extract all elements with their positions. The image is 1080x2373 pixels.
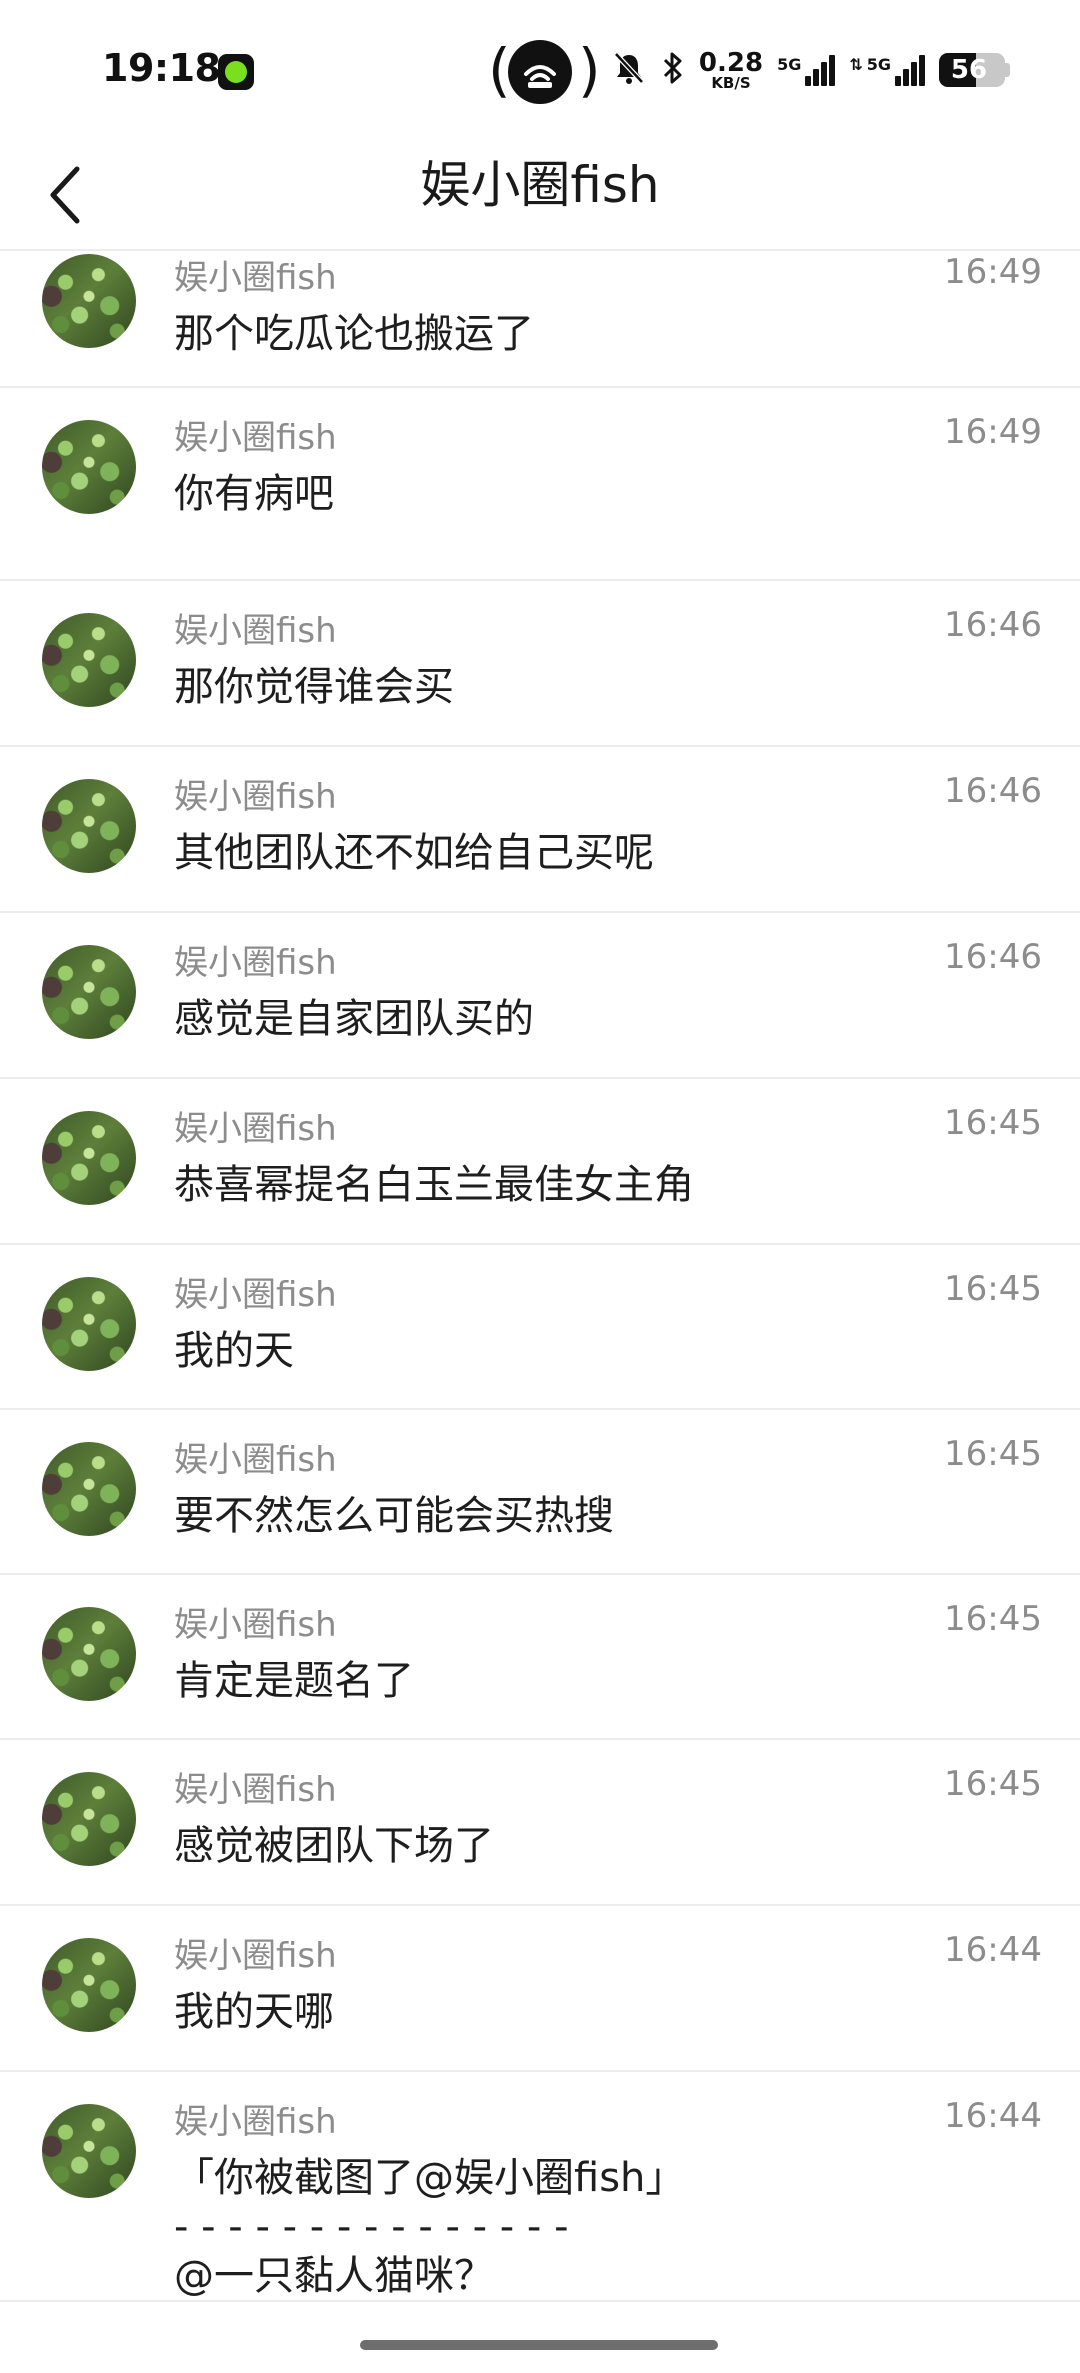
message-item[interactable]: 娱小圈fish 16:44 我的天哪 [0, 1906, 1080, 2072]
avatar[interactable] [42, 420, 136, 514]
message-item[interactable]: 娱小圈fish 16:46 那你觉得谁会买 [0, 581, 1080, 747]
message-item[interactable]: 娱小圈fish 16:45 感觉被团队下场了 [0, 1740, 1080, 1906]
message-text-line: 你有病吧 [174, 471, 334, 517]
sender-name: 娱小圈fish [174, 1770, 337, 1810]
message-text: 其他团队还不如给自己买呢 [174, 829, 1020, 877]
avatar[interactable] [42, 1772, 136, 1866]
message-text-line: @一只黏人猫咪？ [174, 2253, 494, 2299]
message-item[interactable]: 娱小圈fish 16:45 要不然怎么可能会买热搜 [0, 1410, 1080, 1575]
message-item[interactable]: 娱小圈fish 16:46 其他团队还不如给自己买呢 [0, 747, 1080, 913]
message-text: 你有病吧 [174, 470, 1020, 518]
sender-name: 娱小圈fish [174, 611, 337, 651]
message-time: 16:45 [944, 1269, 1042, 1309]
message-text-line: 要不然怎么可能会买热搜 [174, 1493, 614, 1539]
message-time: 16:45 [944, 1103, 1042, 1143]
message-text: 恭喜幂提名白玉兰最佳女主角 [174, 1161, 1020, 1209]
signal-sim1-icon: 5G [777, 54, 836, 86]
sender-name: 娱小圈fish [174, 1440, 337, 1480]
message-time: 16:49 [944, 252, 1042, 292]
message-time: 16:46 [944, 937, 1042, 977]
message-text-line: 恭喜幂提名白玉兰最佳女主角 [174, 1162, 694, 1208]
message-item[interactable]: 娱小圈fish 16:46 感觉是自家团队买的 [0, 913, 1080, 1079]
message-text: 要不然怎么可能会买热搜 [174, 1492, 1020, 1540]
sender-name: 娱小圈fish [174, 418, 337, 458]
bluetooth-icon [661, 49, 685, 91]
sender-name: 娱小圈fish [174, 1605, 337, 1645]
avatar[interactable] [42, 1938, 136, 2032]
sender-name: 娱小圈fish [174, 943, 337, 983]
message-text-line: 感觉是自家团队买的 [174, 996, 534, 1042]
message-text: 感觉被团队下场了 [174, 1822, 1020, 1870]
battery-level: 56 [950, 55, 988, 85]
message-time: 16:44 [944, 2096, 1042, 2136]
sender-name: 娱小圈fish [174, 1109, 337, 1149]
message-text-line: 那个吃瓜论也搬运了 [174, 311, 534, 357]
message-text-line: 我的天 [174, 1328, 294, 1374]
avatar[interactable] [42, 1607, 136, 1701]
mute-bell-icon [611, 50, 647, 90]
message-time: 16:46 [944, 771, 1042, 811]
message-text-line: - - - - - - - - - - - - - - - [174, 2204, 569, 2250]
message-text-line: 肯定是题名了 [174, 1658, 414, 1704]
message-item[interactable]: 娱小圈fish 16:45 恭喜幂提名白玉兰最佳女主角 [0, 1079, 1080, 1245]
message-time: 16:45 [944, 1434, 1042, 1474]
message-text: 那你觉得谁会买 [174, 663, 1020, 711]
message-text: 我的天 [174, 1327, 1020, 1375]
message-text-line: 感觉被团队下场了 [174, 1823, 494, 1869]
message-text-line: 其他团队还不如给自己买呢 [174, 830, 654, 876]
message-text: 那个吃瓜论也搬运了 [174, 310, 1020, 358]
signal-sim2-icon: ⇅ 5G [849, 54, 925, 86]
message-text: 肯定是题名了 [174, 1657, 1020, 1705]
avatar[interactable] [42, 779, 136, 873]
home-indicator[interactable] [360, 2340, 718, 2350]
sender-name: 娱小圈fish [174, 1936, 337, 1976]
sender-name: 娱小圈fish [174, 258, 337, 298]
message-text-line: 「你被截图了@娱小圈fish」 [174, 2155, 686, 2201]
message-text-line: 那你觉得谁会买 [174, 664, 454, 710]
avatar[interactable] [42, 1111, 136, 1205]
message-item[interactable]: 娱小圈fish 16:44 「你被截图了@娱小圈fish」 - - - - - - -… [0, 2072, 1080, 2302]
message-text: 感觉是自家团队买的 [174, 995, 1020, 1043]
message-time: 16:45 [944, 1599, 1042, 1639]
avatar[interactable] [42, 254, 136, 348]
page-title: 娱小圈fish [420, 156, 660, 214]
message-time: 16:45 [944, 1764, 1042, 1804]
message-time: 16:46 [944, 605, 1042, 645]
avatar[interactable] [42, 1442, 136, 1536]
message-time: 16:44 [944, 1930, 1042, 1970]
message-text: 我的天哪 [174, 1988, 1020, 2036]
message-time: 16:49 [944, 412, 1042, 452]
message-text: 「你被截图了@娱小圈fish」 - - - - - - - - - - - - -… [174, 2154, 1020, 2301]
network-speed: 0.28 KB/S [698, 47, 764, 92]
status-time: 19:18 [102, 46, 221, 90]
avatar[interactable] [42, 613, 136, 707]
hotspot-icon: ( ) [488, 36, 601, 104]
status-bar: 19:18 ( ) 0.28 KB/S 5G ⇅ 5G 56 [0, 0, 1080, 140]
avatar[interactable] [42, 2104, 136, 2198]
message-item[interactable]: 娱小圈fish 16:45 肯定是题名了 [0, 1575, 1080, 1740]
avatar[interactable] [42, 1277, 136, 1371]
sender-name: 娱小圈fish [174, 2102, 337, 2142]
sender-name: 娱小圈fish [174, 1275, 337, 1315]
app-activity-icon [218, 54, 254, 90]
message-list[interactable]: 娱小圈fish 16:49 那个吃瓜论也搬运了 娱小圈fish 16:49 你有病吧 娱小圈… [0, 250, 1080, 2302]
message-item[interactable]: 娱小圈fish 16:49 那个吃瓜论也搬运了 [0, 250, 1080, 388]
avatar[interactable] [42, 945, 136, 1039]
chat-header: 娱小圈fish [0, 140, 1080, 250]
sender-name: 娱小圈fish [174, 777, 337, 817]
message-item[interactable]: 娱小圈fish 16:45 我的天 [0, 1245, 1080, 1410]
battery-icon: 56 [939, 53, 1010, 87]
message-text-line: 我的天哪 [174, 1989, 334, 2035]
message-item[interactable]: 娱小圈fish 16:49 你有病吧 [0, 388, 1080, 581]
